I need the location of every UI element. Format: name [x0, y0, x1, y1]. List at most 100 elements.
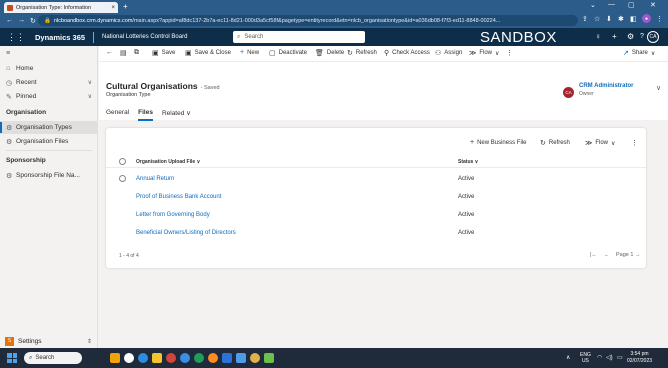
environment-name[interactable]: National Lotteries Control Board — [102, 34, 187, 40]
sidebar-item-recent[interactable]: ◷ Recent ∨ — [0, 76, 98, 89]
table-row[interactable]: Beneficial Owners/Listing of Directors A… — [106, 225, 646, 243]
select-all-radio[interactable] — [119, 158, 126, 165]
global-search-input[interactable]: ⌕ Search — [233, 31, 365, 43]
column-header-status[interactable]: Status ∨ — [458, 159, 478, 165]
taskbar-app-icon[interactable] — [180, 353, 190, 363]
taskbar-app-icon[interactable] — [236, 353, 246, 363]
tab-general[interactable]: General — [106, 109, 129, 117]
reload-icon[interactable]: ↻ — [30, 17, 36, 25]
sidebar-item-organisation-types[interactable]: ⚙ Organisation Types — [0, 121, 98, 134]
sidebar-item-label: Home — [16, 65, 34, 72]
battery-icon[interactable]: ▭ — [617, 354, 623, 361]
previous-page-button[interactable]: ← — [604, 252, 610, 258]
file-name-link[interactable]: Beneficial Owners/Listing of Directors — [136, 230, 236, 236]
check-access-button[interactable]: ⚲ Check Access — [384, 49, 430, 57]
tray-chevron-up-icon[interactable]: ∧ — [566, 354, 570, 361]
add-icon[interactable]: + — [612, 32, 617, 41]
taskbar-clock[interactable]: 3:54 pm 02/07/2023 — [627, 351, 652, 365]
new-business-file-button[interactable]: + New Business File — [470, 139, 526, 146]
back-icon[interactable]: ← — [6, 17, 13, 24]
taskbar-app-icon[interactable] — [124, 353, 134, 363]
share-page-icon[interactable]: ⇪ — [582, 15, 588, 23]
table-row[interactable]: Letter from Governing Body Active — [106, 207, 646, 225]
lightbulb-icon[interactable]: ♀ — [595, 32, 601, 41]
user-avatar[interactable]: CA — [647, 31, 659, 43]
taskbar-search-input[interactable]: ⌕ Search — [24, 352, 82, 364]
browser-menu-icon[interactable]: ⋮ — [656, 15, 663, 23]
row-select-radio[interactable] — [119, 175, 126, 182]
taskbar-app-icon[interactable] — [208, 353, 218, 363]
save-close-button[interactable]: ▣ Save & Close — [185, 49, 231, 57]
tab-files[interactable]: Files — [138, 109, 153, 121]
first-page-button[interactable]: |← — [590, 252, 597, 258]
grid-refresh-button[interactable]: ↻ Refresh — [540, 139, 570, 147]
language-indicator[interactable]: ENG US — [580, 352, 591, 364]
sidebar-item-sponsorship-file[interactable]: ⚙ Sponsorship File Na... — [0, 169, 98, 182]
profile-avatar[interactable]: ● — [642, 14, 651, 23]
file-name-link[interactable]: Annual Return — [136, 176, 174, 182]
taskbar-app-icon[interactable] — [138, 353, 148, 363]
share-button[interactable]: ↗ Share ∨ — [623, 49, 655, 57]
new-tab-button[interactable]: + — [123, 2, 128, 11]
more-commands-button[interactable]: ⋮ — [506, 49, 516, 57]
help-icon[interactable]: ? — [640, 33, 644, 40]
area-switcher[interactable]: S Settings ⇕ — [0, 334, 98, 348]
table-row[interactable]: Annual Return Active — [106, 171, 646, 189]
chevron-down-icon: ∨ — [650, 50, 656, 57]
app-name[interactable]: Dynamics 365 — [35, 33, 85, 42]
app-launcher-icon[interactable]: ⋮⋮ — [7, 32, 25, 43]
sidebar-collapse-button[interactable]: ≡ — [0, 47, 98, 60]
tab-related[interactable]: Related ∨ — [162, 109, 191, 117]
extension-icon[interactable]: ⬇ — [606, 15, 612, 23]
sidebar-item-organisation-files[interactable]: ⚙ Organisation Files — [0, 135, 98, 148]
minimize-button[interactable]: — — [608, 1, 615, 8]
close-window-button[interactable]: ✕ — [650, 1, 656, 9]
folder-icon[interactable] — [152, 353, 162, 363]
sidebar-item-home[interactable]: ⌂ Home — [0, 62, 98, 75]
header-expand-chevron-icon[interactable]: ∨ — [656, 84, 661, 92]
browser-tab[interactable]: Organisation Type: Information × — [4, 2, 118, 13]
next-page-button[interactable]: → — [635, 252, 641, 258]
volume-icon[interactable]: ◁) — [606, 354, 613, 361]
save-button[interactable]: ▣ Save — [152, 49, 175, 57]
windows-start-icon[interactable] — [7, 353, 17, 363]
flow-button[interactable]: ≫ Flow ∨ — [469, 49, 499, 57]
grid-flow-button[interactable]: ≫ Flow ∨ — [585, 139, 615, 147]
new-button[interactable]: + New — [240, 49, 259, 56]
back-button[interactable]: ← — [106, 49, 116, 56]
record-set-button[interactable]: ▤ — [120, 49, 130, 57]
column-header-upload-file[interactable]: Organisation Upload File ∨ — [136, 159, 200, 165]
taskbar-app-icon[interactable] — [222, 353, 232, 363]
taskbar-app-icon[interactable] — [110, 353, 120, 363]
deactivate-button[interactable]: ▢ Deactivate — [269, 49, 307, 57]
table-row[interactable]: Proof of Business Bank Account Active — [106, 189, 646, 207]
taskbar-app-icon[interactable] — [166, 353, 176, 363]
maximize-button[interactable]: ▢ — [628, 1, 635, 9]
taskbar-app-icon[interactable] — [250, 353, 260, 363]
tab-list-icon[interactable]: ⌄ — [590, 1, 596, 9]
sidebar-item-pinned[interactable]: ✎ Pinned ∨ — [0, 90, 98, 103]
grid-more-button[interactable]: ⋮ — [631, 139, 641, 147]
bookmark-icon[interactable]: ☆ — [594, 15, 600, 23]
file-name-link[interactable]: Letter from Governing Body — [136, 212, 210, 218]
delete-button[interactable]: 🗑 Delete — [315, 49, 344, 57]
taskbar-app-icon[interactable] — [264, 353, 274, 363]
arrow-left-icon: ← — [106, 49, 113, 56]
wifi-icon[interactable]: ◠ — [597, 354, 602, 361]
open-new-window-button[interactable]: ⧉ — [134, 49, 142, 57]
refresh-button[interactable]: ↻ Refresh — [347, 49, 377, 57]
forward-icon[interactable]: → — [18, 17, 25, 24]
assign-button[interactable]: ⚇ Assign — [435, 49, 462, 57]
close-tab-icon[interactable]: × — [111, 5, 115, 11]
sidebar-divider — [6, 150, 92, 151]
chevron-down-icon: ∨ — [611, 140, 616, 147]
owner-name-link[interactable]: CRM Administrator — [579, 83, 633, 89]
settings-gear-icon[interactable]: ⚙ — [627, 32, 634, 41]
file-name-link[interactable]: Proof of Business Bank Account — [136, 194, 221, 200]
column-header-label: Status — [458, 159, 474, 165]
status-cell: Active — [458, 176, 475, 182]
puzzle-icon[interactable]: ✱ — [618, 15, 624, 23]
url-field[interactable]: 🔒 nlcboandbox.crm.dynamics.com /main.asp… — [38, 15, 578, 26]
chrome-icon[interactable] — [194, 353, 204, 363]
sidepanel-icon[interactable]: ◧ — [630, 15, 637, 23]
